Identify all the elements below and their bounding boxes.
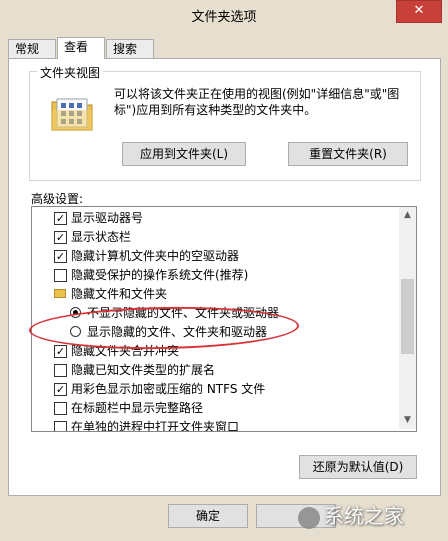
- view-panel: 文件夹视图 可以将该文件夹正在使用的视图(例如"详细信息"或"图标")应用到所有…: [8, 58, 441, 496]
- group-label: 隐藏文件和文件夹: [71, 287, 168, 301]
- checkbox[interactable]: ✓: [54, 383, 67, 396]
- checkbox[interactable]: [54, 421, 67, 431]
- option-label: 显示状态栏: [71, 230, 132, 244]
- folder-icon: [54, 289, 66, 298]
- reset-folders-button[interactable]: 重置文件夹(R): [288, 142, 408, 166]
- option-label: 隐藏已知文件类型的扩展名: [71, 363, 216, 377]
- option-show-drive-letters[interactable]: ✓ 显示驱动器号: [54, 209, 143, 227]
- option-full-path-title[interactable]: 在标题栏中显示完整路径: [54, 399, 203, 417]
- option-label: 显示驱动器号: [71, 211, 144, 225]
- tab-view[interactable]: 查看: [57, 37, 105, 59]
- checkbox[interactable]: ✓: [54, 231, 67, 244]
- close-button[interactable]: ✕: [396, 0, 442, 23]
- folder-view-icon: [51, 98, 93, 131]
- checkbox[interactable]: ✓: [54, 250, 67, 263]
- tab-view-label: 查看: [64, 40, 89, 54]
- scroll-down-icon[interactable]: ▼: [399, 412, 416, 429]
- vertical-scrollbar[interactable]: ▲ ▼: [399, 207, 416, 429]
- watermark-logo-icon: [298, 506, 320, 529]
- option-color-ntfs[interactable]: ✓ 用彩色显示加密或压缩的 NTFS 文件: [54, 380, 265, 398]
- option-label: 隐藏受保护的操作系统文件(推荐): [71, 268, 249, 282]
- ok-button[interactable]: 确定: [168, 504, 248, 528]
- option-separate-process[interactable]: 在单独的进程中打开文件夹窗口: [54, 418, 240, 432]
- option-label: 在标题栏中显示完整路径: [71, 401, 204, 415]
- folder-views-group: 文件夹视图 可以将该文件夹正在使用的视图(例如"详细信息"或"图标")应用到所有…: [29, 64, 421, 181]
- checkbox[interactable]: [54, 364, 67, 377]
- option-hide-extensions[interactable]: 隐藏已知文件类型的扩展名: [54, 361, 215, 379]
- option-hide-protected-os-files[interactable]: 隐藏受保护的操作系统文件(推荐): [54, 266, 248, 284]
- title-bar: 文件夹选项 ✕: [0, 0, 448, 30]
- tab-general[interactable]: 常规: [8, 39, 56, 58]
- advanced-settings-label: 高级设置:: [31, 192, 84, 206]
- site-watermark: 系统之家: [298, 498, 440, 534]
- scroll-up-icon[interactable]: ▲: [399, 207, 416, 224]
- tab-search[interactable]: 搜索: [106, 39, 154, 58]
- option-show-status-bar[interactable]: ✓ 显示状态栏: [54, 228, 131, 246]
- option-hide-empty-drives[interactable]: ✓ 隐藏计算机文件夹中的空驱动器: [54, 247, 239, 265]
- watermark-text: 系统之家: [324, 504, 404, 528]
- folder-views-description: 可以将该文件夹正在使用的视图(例如"详细信息"或"图标")应用到所有这种类型的文…: [114, 87, 400, 117]
- checkbox[interactable]: ✓: [54, 212, 67, 225]
- close-icon: ✕: [413, 3, 425, 18]
- apply-to-folders-button[interactable]: 应用到文件夹(L): [122, 142, 246, 166]
- restore-defaults-button[interactable]: 还原为默认值(D): [299, 455, 417, 479]
- option-label: 在单独的进程中打开文件夹窗口: [71, 420, 240, 432]
- tab-general-label: 常规: [15, 42, 40, 56]
- folder-views-label: 文件夹视图: [37, 64, 104, 81]
- checkbox[interactable]: [54, 269, 67, 282]
- checkbox[interactable]: [54, 402, 67, 415]
- group-hidden-files-folders: 隐藏文件和文件夹: [54, 285, 167, 303]
- window-title: 文件夹选项: [191, 10, 257, 25]
- option-label: 隐藏计算机文件夹中的空驱动器: [71, 249, 240, 263]
- option-label: 用彩色显示加密或压缩的 NTFS 文件: [71, 382, 266, 396]
- tab-search-label: 搜索: [113, 42, 138, 56]
- checkbox[interactable]: ✓: [54, 345, 67, 358]
- scroll-thumb[interactable]: [401, 279, 414, 354]
